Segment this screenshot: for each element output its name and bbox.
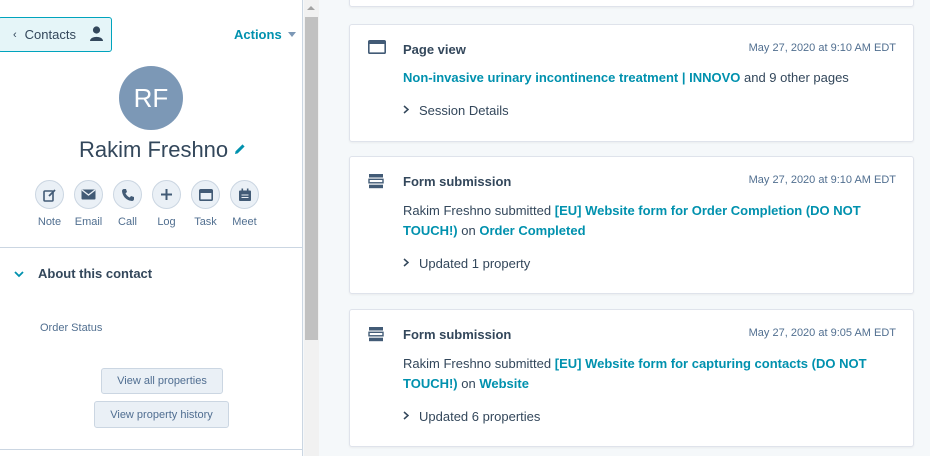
event-title: Form submission xyxy=(403,327,512,342)
log-label: Log xyxy=(157,216,176,228)
view-property-history-button[interactable]: View property history xyxy=(94,401,229,428)
section-divider xyxy=(0,449,303,450)
timeline-card-form-submission: Form submission May 27, 2020 at 9:05 AM … xyxy=(349,309,914,447)
contact-name: Rakim Freshno xyxy=(79,137,246,163)
call-action[interactable]: Call xyxy=(112,180,143,228)
timeline-card-page-view: Page view May 27, 2020 at 9:10 AM EDT No… xyxy=(349,24,914,142)
form-icon xyxy=(368,173,384,192)
event-body: Rakim Freshno submitted [EU] Website for… xyxy=(403,354,873,394)
event-timestamp: May 27, 2020 at 9:10 AM EDT xyxy=(748,174,896,186)
actions-label: Actions xyxy=(234,27,282,42)
meet-action[interactable]: Meet xyxy=(229,180,260,228)
timeline-card-form-submission: Form submission May 27, 2020 at 9:10 AM … xyxy=(349,156,914,294)
back-to-contacts-button[interactable]: ‹ Contacts xyxy=(0,17,112,52)
chevron-right-icon xyxy=(403,410,410,423)
event-timestamp: May 27, 2020 at 9:10 AM EDT xyxy=(748,42,896,54)
quick-actions: Note Email Call Log Task Meet xyxy=(34,180,260,228)
contact-sidebar: ‹ Contacts Actions RF Rakim Freshno Note… xyxy=(0,0,303,456)
updated-properties-toggle[interactable]: Updated 6 properties xyxy=(403,409,540,424)
browser-window-icon xyxy=(368,40,386,57)
task-label: Task xyxy=(194,216,217,228)
page-link[interactable]: Website xyxy=(479,376,529,391)
view-all-properties-button[interactable]: View all properties xyxy=(101,368,223,394)
edit-pencil-icon[interactable] xyxy=(234,142,246,158)
submitter-text: Rakim Freshno submitted xyxy=(403,356,555,371)
form-icon xyxy=(368,326,384,345)
chevron-right-icon xyxy=(403,257,410,270)
scroll-up-arrow-icon[interactable] xyxy=(307,6,315,10)
details-label: Updated 1 property xyxy=(419,256,531,271)
updated-properties-toggle[interactable]: Updated 1 property xyxy=(403,256,530,271)
on-text: on xyxy=(457,223,480,238)
log-icon[interactable] xyxy=(152,180,181,209)
order-status-label: Order Status xyxy=(40,322,103,334)
log-action[interactable]: Log xyxy=(151,180,182,228)
details-label: Session Details xyxy=(419,103,509,118)
chevron-right-icon xyxy=(403,104,410,117)
meet-label: Meet xyxy=(232,216,257,228)
chevron-left-icon: ‹ xyxy=(13,28,17,41)
about-section-title: About this contact xyxy=(38,266,153,281)
event-title: Page view xyxy=(403,42,466,57)
session-details-toggle[interactable]: Session Details xyxy=(403,103,509,118)
chevron-down-icon xyxy=(14,267,24,281)
event-title: Form submission xyxy=(403,174,512,189)
on-text: on xyxy=(457,376,480,391)
caret-down-icon xyxy=(287,32,296,37)
call-icon[interactable] xyxy=(113,180,142,209)
page-link[interactable]: Non-invasive urinary incontinence treatm… xyxy=(403,70,740,85)
event-body: Non-invasive urinary incontinence treatm… xyxy=(403,68,873,88)
person-icon xyxy=(89,25,103,44)
actions-dropdown[interactable]: Actions xyxy=(234,27,296,42)
note-icon[interactable] xyxy=(35,180,64,209)
call-label: Call xyxy=(118,216,137,228)
task-icon[interactable] xyxy=(191,180,220,209)
submitter-text: Rakim Freshno submitted xyxy=(403,203,555,218)
event-body: Rakim Freshno submitted [EU] Website for… xyxy=(403,201,873,241)
event-timestamp: May 27, 2020 at 9:05 AM EDT xyxy=(748,327,896,339)
email-action[interactable]: Email xyxy=(73,180,104,228)
avatar-initials: RF xyxy=(133,82,169,113)
timeline-card-partial xyxy=(349,0,914,7)
scrollbar-thumb[interactable] xyxy=(305,17,318,340)
note-label: Note xyxy=(37,216,62,228)
other-pages-text: and 9 other pages xyxy=(740,70,849,85)
meet-icon[interactable] xyxy=(230,180,259,209)
section-divider xyxy=(0,247,303,248)
email-label: Email xyxy=(74,216,103,228)
page-link[interactable]: Order Completed xyxy=(479,223,585,238)
back-button-label: Contacts xyxy=(24,27,76,42)
about-section-toggle[interactable]: About this contact xyxy=(14,266,152,281)
contact-name-text: Rakim Freshno xyxy=(79,137,229,162)
avatar: RF xyxy=(119,66,183,130)
email-icon[interactable] xyxy=(74,180,103,209)
task-action[interactable]: Task xyxy=(190,180,221,228)
note-action[interactable]: Note xyxy=(34,180,65,228)
details-label: Updated 6 properties xyxy=(419,409,541,424)
